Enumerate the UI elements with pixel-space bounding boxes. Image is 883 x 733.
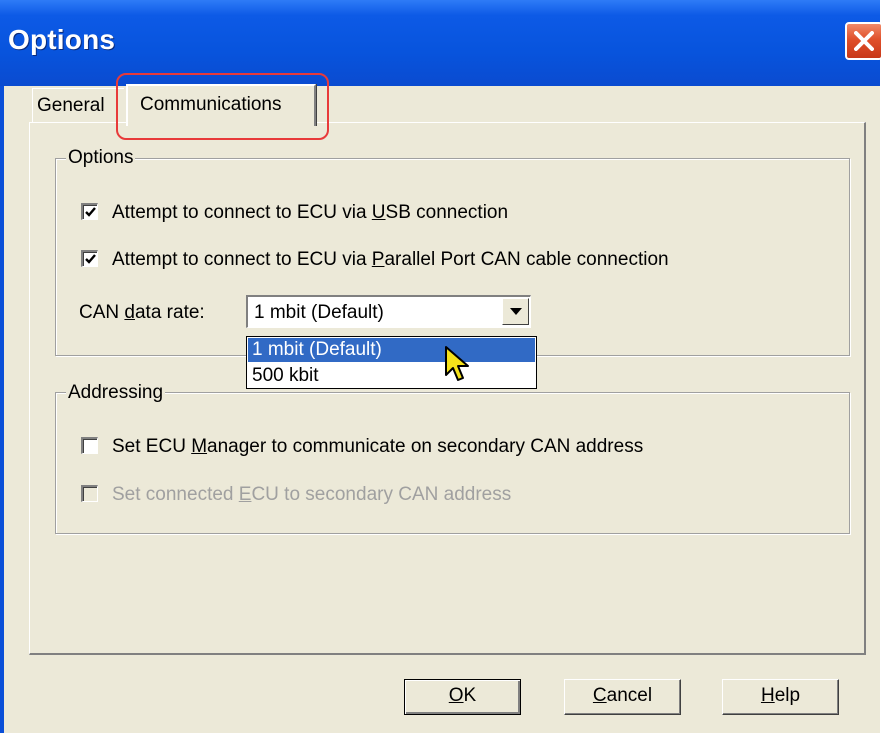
parallel-label-suffix: arallel Port CAN cable connection xyxy=(384,249,669,270)
manager-checkbox-row[interactable]: Set ECU Manager to communicate on second… xyxy=(81,436,643,458)
manager-checkbox[interactable] xyxy=(81,437,98,454)
checkmark-icon xyxy=(85,254,96,264)
parallel-label-mnemonic: P xyxy=(371,249,385,270)
manager-label-prefix: Set ECU xyxy=(112,436,192,457)
usb-label-mnemonic: U xyxy=(371,202,386,223)
connected-label-mnemonic: E xyxy=(238,484,252,505)
ok-label-suffix: K xyxy=(463,685,477,706)
checkmark-icon xyxy=(85,207,96,217)
can-rate-label-prefix: CAN xyxy=(79,302,125,323)
chevron-down-icon xyxy=(510,308,522,315)
connected-ecu-checkbox-row: Set connected ECU to secondary CAN addre… xyxy=(81,484,511,506)
help-label-suffix: elp xyxy=(774,685,801,706)
dropdown-button[interactable] xyxy=(502,298,529,325)
manager-label-mnemonic: M xyxy=(191,436,208,457)
connected-label-suffix: CU to secondary CAN address xyxy=(251,484,512,505)
window-title: Options xyxy=(8,24,116,55)
cancel-label-suffix: ancel xyxy=(606,685,653,706)
help-button[interactable]: Help xyxy=(722,679,839,715)
manager-label-suffix: anager to communicate on secondary CAN a… xyxy=(207,436,644,457)
usb-checkbox[interactable] xyxy=(81,203,98,220)
usb-label-prefix: Attempt to connect to ECU via xyxy=(112,202,372,223)
cancel-mnemonic: C xyxy=(592,685,607,706)
cancel-button[interactable]: Cancel xyxy=(564,679,681,715)
addressing-group-label: Addressing xyxy=(66,382,166,404)
ok-button[interactable]: OK xyxy=(404,679,521,715)
can-rate-dropdown-list: 1 mbit (Default) 500 kbit xyxy=(246,336,537,389)
tab-general[interactable]: General xyxy=(32,88,124,122)
can-rate-select[interactable]: 1 mbit (Default) xyxy=(246,295,531,328)
can-rate-label: CAN data rate: xyxy=(79,302,205,324)
dropdown-option[interactable]: 1 mbit (Default) xyxy=(248,338,535,362)
usb-label-suffix: SB connection xyxy=(385,202,509,223)
usb-checkbox-row[interactable]: Attempt to connect to ECU via USB connec… xyxy=(81,202,508,224)
connected-ecu-checkbox xyxy=(81,485,98,502)
close-icon xyxy=(854,31,874,51)
can-rate-label-suffix: ata rate: xyxy=(134,302,205,323)
can-rate-label-mnemonic: d xyxy=(124,302,135,323)
parallel-checkbox[interactable] xyxy=(81,250,98,267)
connected-label-prefix: Set connected xyxy=(112,484,239,505)
parallel-label-prefix: Attempt to connect to ECU via xyxy=(112,249,372,270)
tab-highlight-annotation xyxy=(116,73,329,140)
options-group-label: Options xyxy=(66,147,136,169)
can-rate-value: 1 mbit (Default) xyxy=(254,302,384,323)
dropdown-option[interactable]: 500 kbit xyxy=(248,364,535,388)
addressing-groupbox xyxy=(55,392,850,534)
help-mnemonic: H xyxy=(760,685,775,706)
close-button[interactable] xyxy=(845,22,883,60)
mouse-pointer-icon xyxy=(445,346,469,381)
ok-mnemonic: O xyxy=(448,685,464,706)
parallel-checkbox-row[interactable]: Attempt to connect to ECU via Parallel P… xyxy=(81,249,669,271)
tab-general-label: General xyxy=(37,95,105,116)
